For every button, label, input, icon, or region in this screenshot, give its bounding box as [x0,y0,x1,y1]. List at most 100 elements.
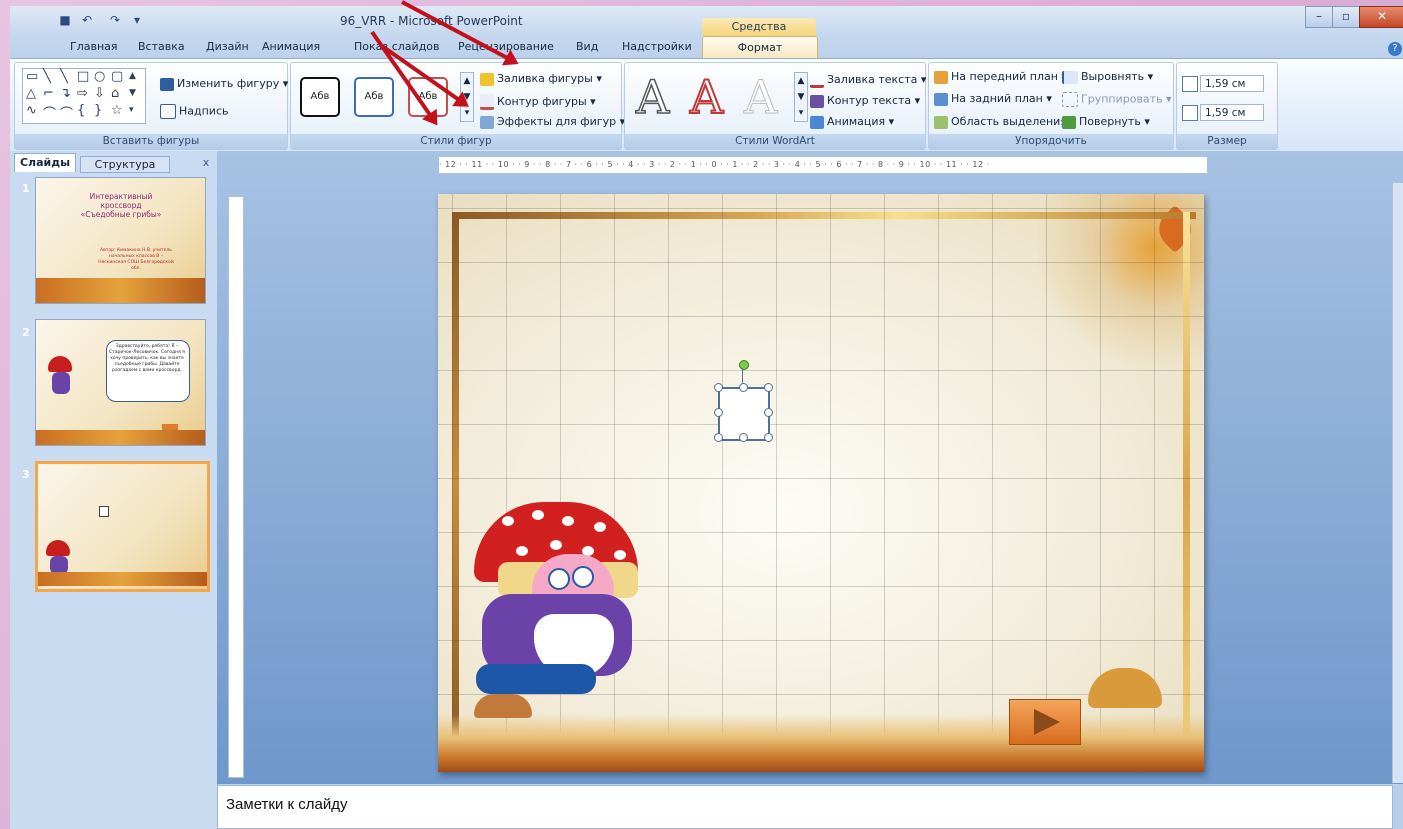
shape-gallery[interactable]: ▭ ╲ ╲ □ ○ ▢ △ ⌐ ↴ ⇨ ⇩ ⌂ ∿ ⌒ ⌒ { } ☆ ▲ ▼ … [22,68,146,124]
customize-toolbar-icon[interactable]: ▾ [128,12,146,28]
tab-outline[interactable]: Структура [80,156,170,173]
change-shape-button[interactable]: Изменить фигуру ▾ [160,77,288,91]
oval-shape-icon[interactable]: ○ [94,69,105,84]
align-button[interactable]: Выровнять ▾ [1062,70,1153,84]
wordart-gallery-scroll[interactable]: ▲ ▼ ▾ [794,72,808,122]
right-brace-icon[interactable]: } [94,103,102,118]
redo-icon[interactable]: ↷ [106,12,124,28]
shape-effects-button[interactable]: Эффекты для фигур ▾ [480,115,625,129]
shape-fill-button[interactable]: Заливка фигуры ▾ [480,72,602,86]
gnome-cap [46,540,70,556]
group-label: Стили WordArt [625,134,925,149]
curve-shape-icon[interactable]: ⌒ [60,103,73,122]
panel-close-icon[interactable]: x [200,156,212,169]
resize-handle[interactable] [739,433,748,442]
gnome-boots [476,664,596,694]
freeform-shape-icon[interactable]: ∿ [26,103,37,118]
text-outline-label: Контур текста ▾ [827,94,921,107]
vertical-ruler [228,196,244,778]
shape-outline-label: Контур фигуры ▾ [497,95,596,108]
gnome-eye [572,566,594,588]
star-shape-icon[interactable]: ☆ [111,103,123,118]
resize-handle[interactable] [764,433,773,442]
slide-number: 1 [22,182,30,195]
shape-outline-icon [480,94,494,110]
thumb-author: Автор: Кимакина Н.В. учитель начальных к… [98,248,174,271]
tab-slides[interactable]: Слайды [14,153,76,172]
bring-front-button[interactable]: На передний план ▾ [934,70,1067,84]
save-icon[interactable]: ■ [56,12,74,28]
wordart-style-outline[interactable]: A [635,71,670,123]
width-input[interactable]: 1,59 см [1200,104,1264,121]
gallery-scroll-down-icon[interactable]: ▼ [129,88,136,98]
tab-view[interactable]: Вид [576,40,598,53]
resize-handle[interactable] [714,383,723,392]
text-fill-label: Заливка текста ▾ [827,73,927,86]
gallery-more-icon[interactable]: ▾ [129,105,134,115]
rotation-handle[interactable] [739,360,749,370]
resize-handle[interactable] [739,383,748,392]
slide-thumbnail-2[interactable]: Здравствуйте, ребята! Я – Старичок-Лесов… [35,319,206,446]
minimize-button[interactable]: – [1305,6,1333,28]
maximize-button[interactable]: ▫ [1332,6,1360,28]
resize-handle[interactable] [714,408,723,417]
flowchart-shape-icon[interactable]: ⌂ [111,86,119,101]
rotate-button[interactable]: Повернуть ▾ [1062,115,1150,129]
align-icon [1062,70,1078,84]
bring-front-label: На передний план ▾ [951,70,1067,83]
slide-canvas[interactable] [438,194,1204,772]
textbox-button[interactable]: Надпись [160,104,229,119]
animation-button[interactable]: Анимация ▾ [810,115,894,129]
wordart-style-red[interactable]: A [689,71,724,123]
group-label: Упорядочить [929,134,1173,149]
rectangle-shape-icon[interactable]: ▭ [26,69,38,84]
down-arrow-shape-icon[interactable]: ⇩ [94,86,105,101]
shape-fill-label: Заливка фигуры ▾ [497,72,602,85]
group-label: Группировать ▾ [1081,92,1172,106]
tab-addins[interactable]: Надстройки [622,40,692,53]
group-button[interactable]: Группировать ▾ [1062,92,1172,107]
next-slide-button[interactable] [1009,699,1081,745]
resize-handle[interactable] [714,433,723,442]
undo-icon[interactable]: ↶ [78,12,96,28]
elbow-connector-icon[interactable]: ⌐ [43,86,54,101]
resize-handle[interactable] [764,383,773,392]
text-fill-button[interactable]: Заливка текста ▾ [810,72,926,88]
slide-thumbnail-3[interactable] [35,461,210,592]
curve-shape-icon[interactable]: ⌒ [43,103,56,122]
line-shape-icon[interactable]: ╲ [60,69,68,84]
shape-outline-button[interactable]: Контур фигуры ▾ [480,94,596,110]
height-input[interactable]: 1,59 см [1200,75,1264,92]
shape-style-thumb-black[interactable]: Абв [300,77,340,117]
rectangle-shape-icon[interactable]: □ [77,69,89,84]
triangle-shape-icon[interactable]: △ [26,86,36,101]
tab-slideshow[interactable]: Показ слайдов [354,40,440,53]
elbow-arrow-icon[interactable]: ↴ [60,86,71,101]
horizontal-ruler: · 12 · · 11 · · 10 · · 9 · · 8 · · 7 · ·… [438,156,1208,174]
textbox-icon [160,104,176,119]
close-button[interactable]: ✕ [1359,6,1403,28]
tab-design[interactable]: Дизайн [206,40,249,53]
wordart-style-light[interactable]: A [743,72,777,123]
bring-front-icon [934,70,948,84]
left-brace-icon[interactable]: { [77,103,85,118]
tab-insert[interactable]: Вставка [138,40,185,53]
gnome-body [52,372,70,394]
tab-format[interactable]: Формат [702,36,818,59]
slide-notes-field[interactable]: Заметки к слайду [217,785,1393,829]
vertical-scrollbar[interactable] [1392,183,1403,783]
resize-handle[interactable] [764,408,773,417]
line-shape-icon[interactable]: ╲ [43,69,51,84]
shape-style-thumb-blue[interactable]: Абв [354,77,394,117]
tab-home[interactable]: Главная [70,40,118,53]
slide-thumbnail-1[interactable]: Интерактивный кроссворд «Съедобные грибы… [35,177,206,304]
right-arrow-shape-icon[interactable]: ⇨ [77,86,88,101]
tab-animation[interactable]: Анимация [262,40,320,53]
selection-pane-button[interactable]: Область выделения [934,115,1067,129]
selection-pane-label: Область выделения [951,115,1067,128]
help-icon[interactable]: ? [1388,42,1402,56]
rounded-rect-shape-icon[interactable]: ▢ [111,69,123,84]
send-back-button[interactable]: На задний план ▾ [934,92,1052,106]
text-outline-button[interactable]: Контур текста ▾ [810,94,920,108]
gallery-scroll-up-icon[interactable]: ▲ [129,71,136,81]
